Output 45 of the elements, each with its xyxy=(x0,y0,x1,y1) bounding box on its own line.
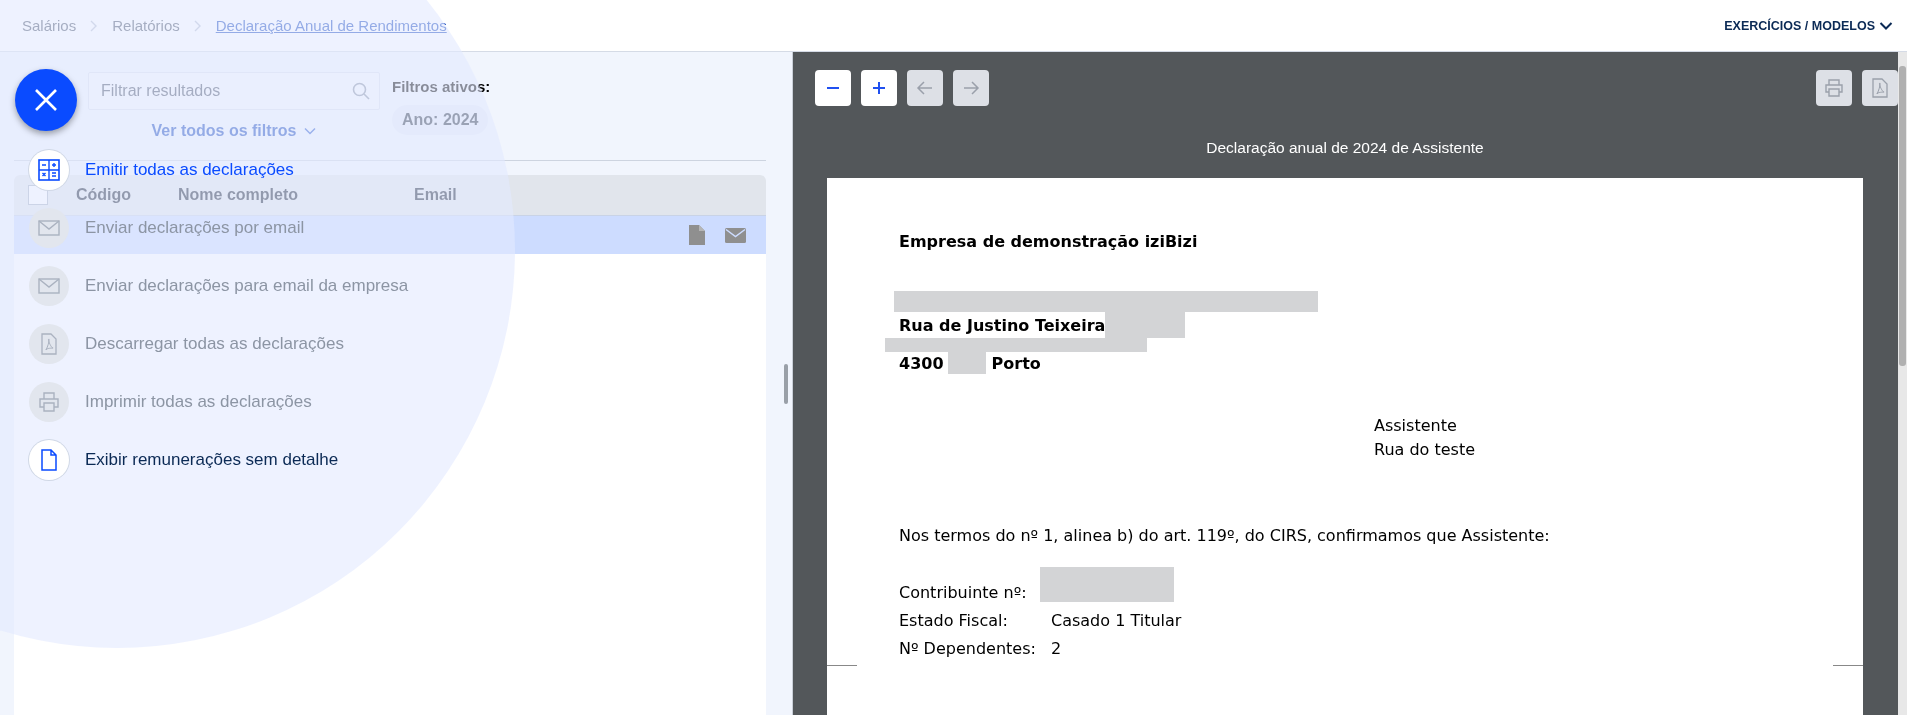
column-header[interactable]: Código xyxy=(76,186,178,204)
company-name: Empresa de demonstração iziBizi xyxy=(899,232,1198,251)
resize-handle[interactable] xyxy=(784,363,788,404)
zoom-in-button[interactable] xyxy=(861,70,897,106)
field-label: Contribuinte nº: xyxy=(899,583,1028,602)
filter-chip[interactable]: Ano: 2024 xyxy=(392,105,489,135)
chevron-down-icon xyxy=(304,127,317,135)
close-icon xyxy=(33,87,59,113)
recipient-line: Assistente xyxy=(1374,415,1458,437)
breadcrumb-link[interactable]: Relatórios xyxy=(112,17,180,34)
field-value: 2 xyxy=(1051,639,1062,658)
scrollbar-thumb[interactable] xyxy=(1899,66,1906,366)
minus-icon xyxy=(827,87,839,89)
pdf-file-icon xyxy=(1872,78,1888,98)
menu-item[interactable]: Exibir remunerações sem detalhe xyxy=(29,440,409,480)
field-label: Nº Dependentes: xyxy=(899,639,1037,658)
arrow-right-icon xyxy=(962,80,980,96)
plus-icon xyxy=(871,80,887,96)
active-filters-label: Filtros ativos: xyxy=(392,78,491,95)
chevron-icon xyxy=(193,19,202,32)
column-header[interactable]: Email xyxy=(414,186,457,204)
mail-icon[interactable] xyxy=(725,227,746,243)
chevron-down-icon xyxy=(1879,20,1893,31)
recipient-line: Rua do teste xyxy=(1374,439,1476,461)
table-row[interactable] xyxy=(14,215,766,254)
arrow-left-icon xyxy=(916,80,934,96)
document-icon[interactable] xyxy=(689,225,705,245)
city: Porto xyxy=(991,353,1041,373)
zoom-out-button[interactable] xyxy=(815,70,851,106)
field-label: Estado Fiscal: xyxy=(899,611,1009,630)
show-filters-button[interactable]: Ver todos os filtros xyxy=(151,122,317,140)
search-icon xyxy=(352,82,370,100)
breadcrumb-link[interactable]: Declaração Anual de Rendimentos xyxy=(215,17,447,34)
printer-icon xyxy=(1824,79,1844,97)
field-value: Casado 1 Titular xyxy=(1051,611,1182,630)
intro-paragraph: Nos termos do nº 1, alinea b) do art. 119º, do CIRS, confirmamos que Assistente: xyxy=(899,526,1550,545)
document-title: Declaração anual de 2024 de Assistente xyxy=(1205,139,1485,157)
breadcrumb-link[interactable]: Salários xyxy=(22,17,77,34)
column-header[interactable]: Nome completo xyxy=(178,186,414,204)
select-all-checkbox[interactable] xyxy=(28,185,48,205)
exercises-menu-button[interactable]: EXERCÍCIOS / MODELOS xyxy=(1724,18,1893,33)
postal-code: 4300 xyxy=(899,353,944,373)
street-address: Rua de Justino Teixeira xyxy=(899,315,1106,335)
chevron-icon xyxy=(90,19,99,32)
search-field[interactable]: Filtrar resultados xyxy=(88,72,380,110)
